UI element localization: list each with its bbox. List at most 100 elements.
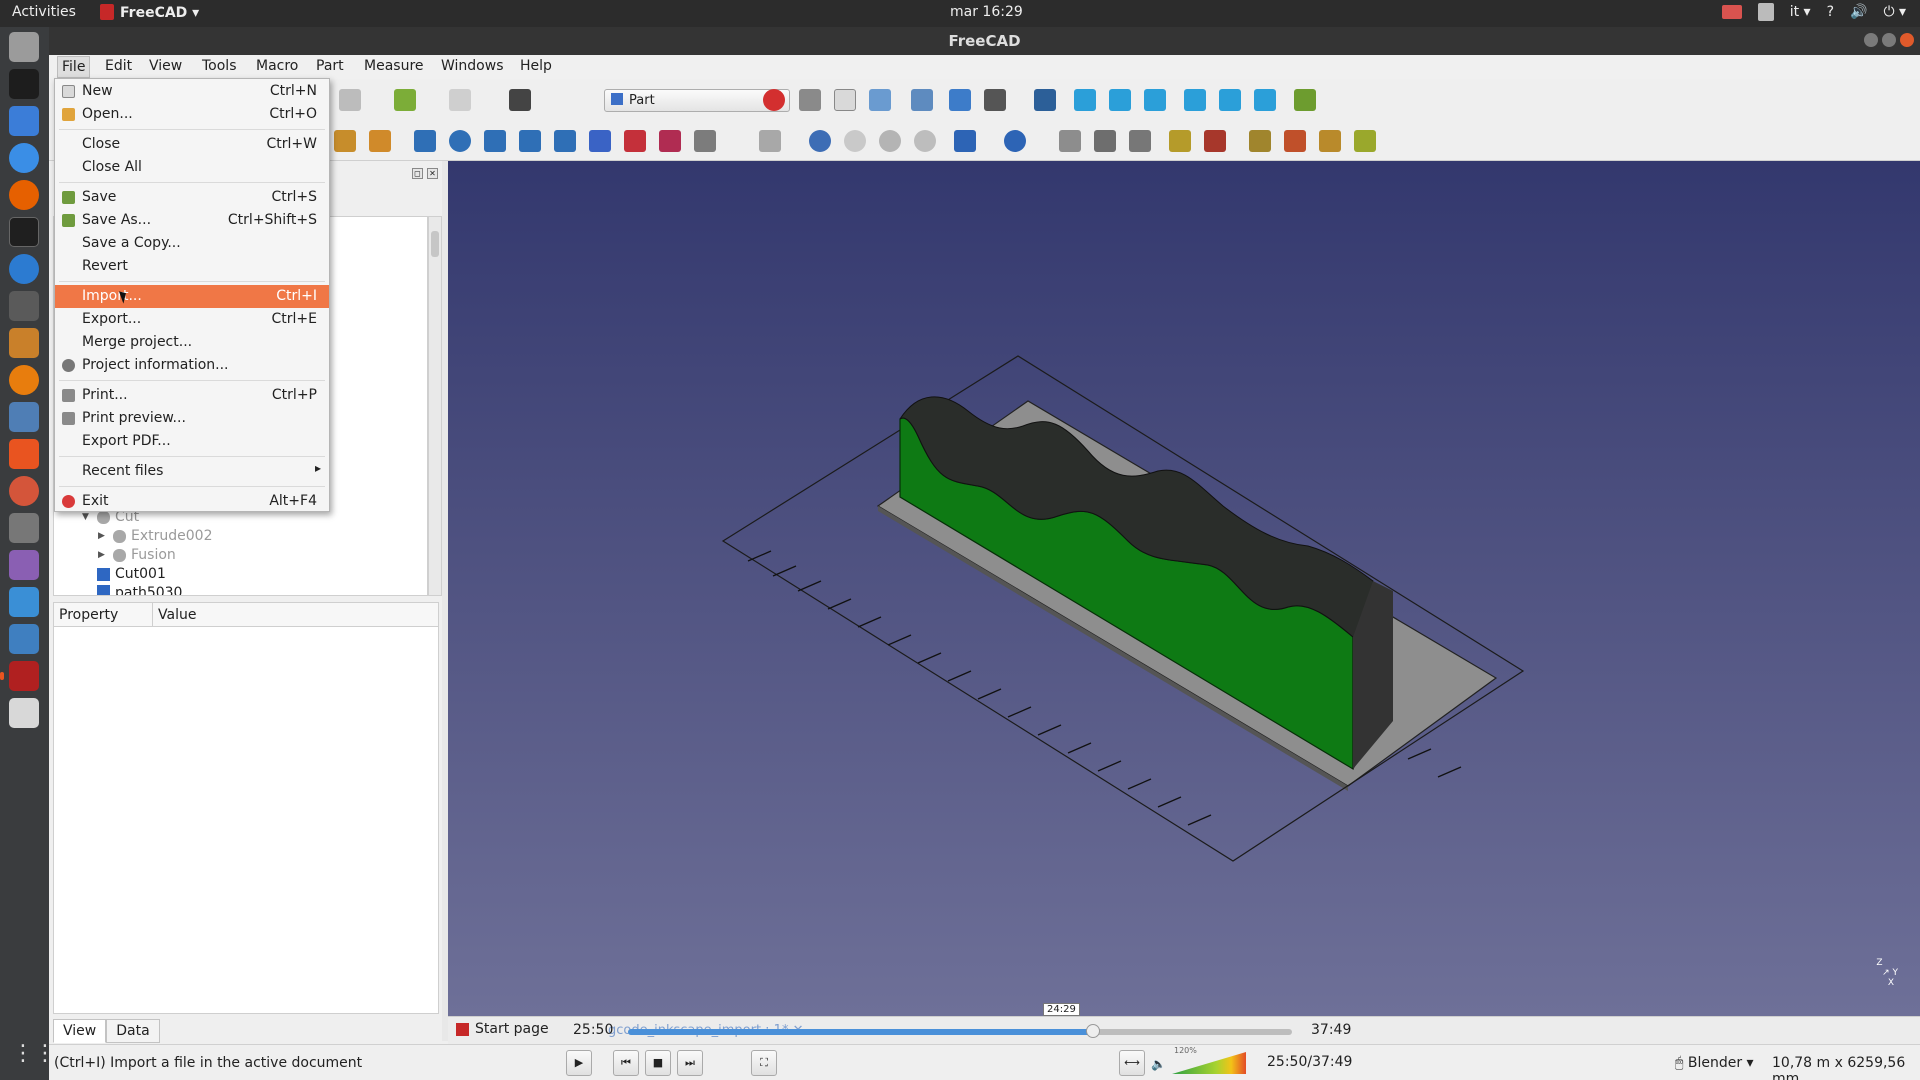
- menu-item-print[interactable]: Print... Ctrl+P: [55, 384, 329, 407]
- ruled-surface-icon[interactable]: [624, 130, 646, 152]
- tree-item-path5030[interactable]: path5030: [82, 585, 182, 595]
- clock[interactable]: mar 16:29: [950, 4, 1023, 20]
- fit-selection-icon[interactable]: [949, 89, 971, 111]
- tab-view[interactable]: View: [53, 1019, 107, 1043]
- speaker-icon[interactable]: 🔈: [1151, 1057, 1166, 1071]
- tab-data[interactable]: Data: [106, 1019, 160, 1043]
- tree-item-extrude002[interactable]: ▶ Extrude002: [98, 528, 212, 544]
- bottom-view-icon[interactable]: [1219, 89, 1241, 111]
- measure-distance-icon[interactable]: [1294, 89, 1316, 111]
- whats-this-icon[interactable]: [509, 89, 531, 111]
- keyboard-layout[interactable]: it ▾: [1790, 4, 1811, 20]
- video-progress-knob[interactable]: [1085, 1024, 1100, 1038]
- menu-help[interactable]: Help: [520, 58, 552, 74]
- screen-record-icon[interactable]: [1721, 5, 1742, 19]
- maximize-icon[interactable]: [1882, 33, 1896, 47]
- writer-icon[interactable]: [9, 106, 39, 136]
- collapse-arrow-icon[interactable]: ▶: [98, 550, 108, 560]
- macro-stop-icon[interactable]: [799, 89, 821, 111]
- tree-item-fusion[interactable]: ▶ Fusion: [98, 547, 176, 563]
- settings-tool-icon[interactable]: [9, 476, 39, 506]
- menu-macro[interactable]: Macro: [256, 58, 298, 74]
- menu-view[interactable]: View: [149, 58, 182, 74]
- rear-view-icon[interactable]: [1184, 89, 1206, 111]
- menu-item-export[interactable]: Export... Ctrl+E: [55, 308, 329, 331]
- macro-edit-icon[interactable]: [834, 89, 856, 111]
- minimize-icon[interactable]: [1864, 33, 1878, 47]
- app-menu[interactable]: FreeCAD ▾: [100, 4, 199, 21]
- menu-windows[interactable]: Windows: [441, 58, 504, 74]
- make-face-icon[interactable]: [589, 130, 611, 152]
- menu-file[interactable]: File: [57, 56, 91, 78]
- menu-item-save[interactable]: Save Ctrl+S: [55, 186, 329, 209]
- value-column-header[interactable]: Value: [158, 607, 196, 623]
- terminal-icon[interactable]: [9, 217, 39, 247]
- draw-style-icon[interactable]: [984, 89, 1006, 111]
- 3d-viewport[interactable]: Z ↗ Y X: [448, 161, 1920, 1016]
- left-view-icon[interactable]: [1254, 89, 1276, 111]
- cross-sections-icon[interactable]: [1129, 130, 1151, 152]
- measure-angular-icon[interactable]: [1284, 130, 1306, 152]
- inkscape-icon[interactable]: [9, 69, 39, 99]
- measure-linear-icon[interactable]: [1249, 130, 1271, 152]
- loft-icon[interactable]: [659, 130, 681, 152]
- help-icon[interactable]: ?: [1827, 4, 1834, 20]
- firefox-icon[interactable]: [9, 180, 39, 210]
- fullscreen-icon[interactable]: ⛶: [751, 1050, 777, 1076]
- camera-icon[interactable]: [9, 513, 39, 543]
- menu-item-save-copy[interactable]: Save a Copy...: [55, 232, 329, 255]
- menu-tools[interactable]: Tools: [202, 58, 237, 74]
- offset-icon[interactable]: [694, 130, 716, 152]
- defeaturing-icon[interactable]: [1204, 130, 1226, 152]
- menu-item-open[interactable]: Open... Ctrl+O: [55, 103, 329, 126]
- software-center-icon[interactable]: [9, 439, 39, 469]
- collapse-arrow-icon[interactable]: ▶: [98, 531, 108, 541]
- image-viewer-icon[interactable]: [9, 402, 39, 432]
- tree-item-cut001[interactable]: Cut001: [82, 566, 166, 582]
- volume-slider[interactable]: 120%: [1172, 1046, 1246, 1074]
- measure-toggle-icon[interactable]: [1354, 130, 1376, 152]
- virtualbox-icon[interactable]: [9, 624, 39, 654]
- menu-edit[interactable]: Edit: [105, 58, 132, 74]
- cut-icon[interactable]: [844, 130, 866, 152]
- menu-item-exit[interactable]: Exit Alt+F4: [55, 490, 329, 513]
- menu-part[interactable]: Part: [316, 58, 344, 74]
- network-icon[interactable]: [9, 587, 39, 617]
- navigation-style-selector[interactable]: 🖱 Blender ▾: [1675, 1055, 1754, 1071]
- scrollbar-thumb[interactable]: [431, 231, 439, 257]
- right-view-icon[interactable]: [1144, 89, 1166, 111]
- menu-item-print-preview[interactable]: Print preview...: [55, 407, 329, 430]
- extrude-icon[interactable]: [414, 130, 436, 152]
- thickness-icon[interactable]: [759, 130, 781, 152]
- compound-icon[interactable]: [1059, 130, 1081, 152]
- property-column-header[interactable]: Property: [59, 607, 118, 623]
- top-view-icon[interactable]: [1109, 89, 1131, 111]
- tab-start-page[interactable]: Start page: [456, 1021, 549, 1037]
- shape-builder-icon[interactable]: [369, 130, 391, 152]
- editor-icon[interactable]: [9, 254, 39, 284]
- drawing-icon[interactable]: [9, 328, 39, 358]
- fillet-icon[interactable]: [519, 130, 541, 152]
- close-panel-icon[interactable]: ✕: [427, 168, 438, 179]
- menu-item-close[interactable]: Close Ctrl+W: [55, 133, 329, 156]
- revolve-icon[interactable]: [449, 130, 471, 152]
- clipboard-icon[interactable]: [1757, 3, 1774, 21]
- check-geometry-icon[interactable]: [1169, 130, 1191, 152]
- macro-play-icon[interactable]: [869, 89, 891, 111]
- aspect-ratio-icon[interactable]: ⟷: [1119, 1050, 1145, 1076]
- common-icon[interactable]: [914, 130, 936, 152]
- files-icon[interactable]: [9, 32, 39, 62]
- video-player-icon[interactable]: [9, 550, 39, 580]
- split-icon[interactable]: [1004, 130, 1026, 152]
- menu-item-export-pdf[interactable]: Export PDF...: [55, 430, 329, 453]
- chamfer-icon[interactable]: [554, 130, 576, 152]
- fuse-icon[interactable]: [879, 130, 901, 152]
- float-panel-icon[interactable]: ◻: [412, 168, 423, 179]
- part-primitives-icon[interactable]: [334, 130, 356, 152]
- boolean-icon[interactable]: [809, 130, 831, 152]
- front-view-icon[interactable]: [1074, 89, 1096, 111]
- expand-arrow-icon[interactable]: ▼: [82, 512, 92, 522]
- play-button[interactable]: ▶: [566, 1050, 592, 1076]
- menu-item-save-as[interactable]: Save As... Ctrl+Shift+S: [55, 209, 329, 232]
- text-editor-icon[interactable]: [9, 698, 39, 728]
